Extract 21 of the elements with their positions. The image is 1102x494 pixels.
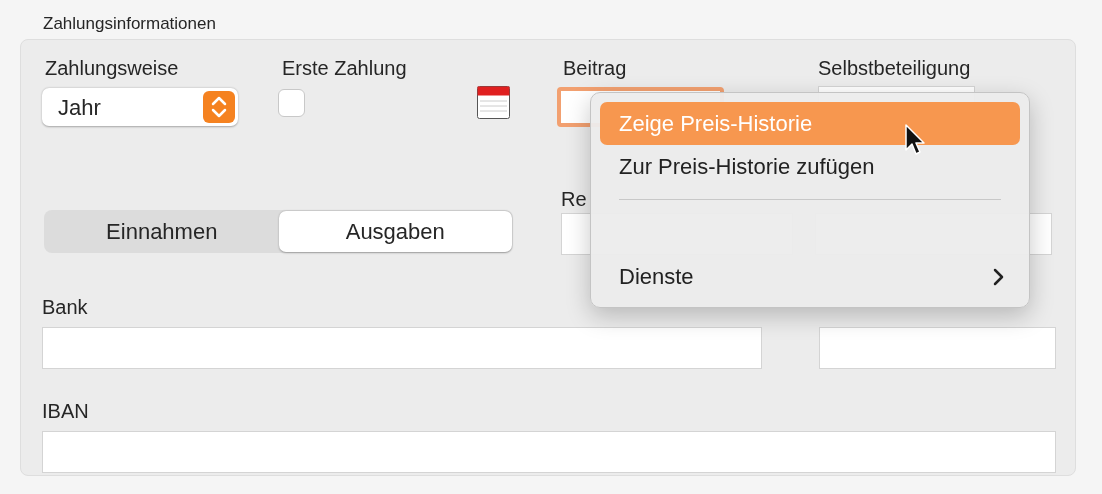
field-label: Erste Zahlung <box>282 56 407 80</box>
mouse-cursor-icon <box>905 124 927 158</box>
section-title: Zahlungsinformationen <box>43 14 216 33</box>
calendar-icon[interactable] <box>477 86 510 119</box>
field-label: IBAN <box>42 399 89 423</box>
field-label: Beitrag <box>563 56 627 80</box>
field-label: Bank <box>42 295 88 319</box>
checkbox[interactable] <box>278 88 305 117</box>
segment-tab[interactable]: Ausgaben <box>278 211 512 252</box>
input-field[interactable] <box>819 327 1056 369</box>
field-label: Zahlungsweise <box>45 56 179 80</box>
chevron-right-icon <box>992 267 1004 286</box>
menu-item[interactable]: Dienste <box>600 255 1020 298</box>
input-field[interactable] <box>42 327 762 369</box>
stepper-icon <box>203 91 235 123</box>
segment-tab[interactable]: Einnahmen <box>45 211 279 252</box>
period-dropdown[interactable]: Jahr <box>42 88 238 126</box>
menu-item[interactable]: Zur Preis-Historie zufügen <box>600 145 1020 188</box>
field-label: Re <box>561 187 587 211</box>
field-label: Selbstbeteiligung <box>818 56 971 80</box>
input-field[interactable] <box>42 431 1056 473</box>
